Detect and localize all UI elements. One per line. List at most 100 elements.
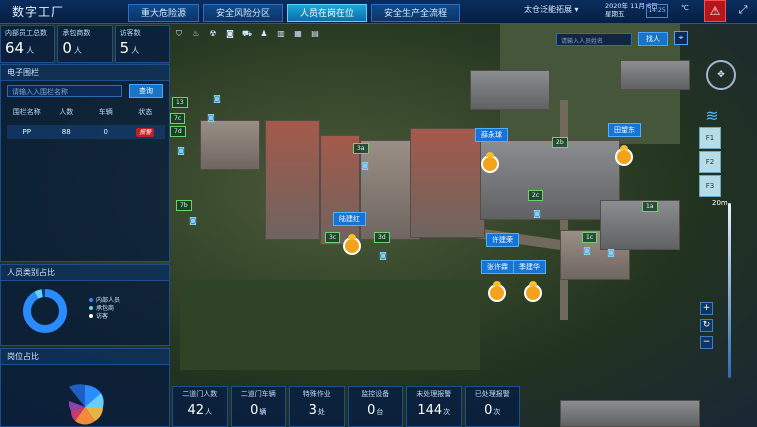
tab-risk-zone[interactable]: 安全风险分区 [203,4,284,22]
stat-employees: 内部员工总数 64 人 [0,25,56,63]
fence-search-input[interactable]: 请输入入围栏名称 [7,85,122,97]
reset-view-button[interactable]: ↻ [700,319,713,332]
person-marker-label[interactable]: 薛永球 [475,128,508,142]
company-name: 太仓泛能拓展 [524,5,572,14]
stat-value: 3 [308,403,317,418]
stat-label: 访客数 [119,29,141,37]
layers-icon[interactable]: ≋ [700,107,724,125]
area-tag[interactable]: 1a [642,201,658,212]
warning-icon: ⚠ [709,4,721,18]
area-tag[interactable]: 7b [176,200,192,211]
legend-label: 内部人员 [96,297,121,304]
person-marker-label[interactable]: 季建华 [513,260,546,274]
tab-major-hazard[interactable]: 重大危险源 [128,4,200,22]
stat-monitoring-devices[interactable]: 监控设备 0台 [347,386,403,427]
person-search-input[interactable]: 请输入人员姓名 [556,33,632,46]
tab-personnel-on-duty[interactable]: 人员在岗在位 [287,4,368,22]
stat-label: 监控设备 [361,390,390,398]
stat-unit: 处 [317,408,325,416]
zoom-out-button[interactable]: − [700,336,713,349]
floor-f1[interactable]: F1 [699,127,721,149]
stat-special-work[interactable]: 特殊作业 3处 [289,386,345,427]
map-tool-strip: ⛉ ♨ ☢ ◙ ⛟ ♟ ▥ ▦ ▤ [172,27,326,41]
electronic-fence-panel: 电子围栏 请输入入围栏名称 查询 围栏名称 人数 车辆 状态 PP 88 0 报… [0,64,170,262]
camera-marker-icon[interactable]: ◙ [206,112,216,124]
find-person-button[interactable]: 找人 [638,32,668,46]
app-title: 数字工厂 [12,5,65,19]
headcount-stats: 内部员工总数 64 人 承包商数 0人 访客数 5人 [0,25,170,63]
stat-label: 未处理报警 [416,390,452,398]
locate-button[interactable]: ⌖ [674,31,688,45]
camera-marker-icon[interactable]: ◙ [188,215,198,227]
stat-second-gate-vehicles[interactable]: 二道门车辆 0辆 [230,386,286,427]
shield-icon[interactable]: ⛉ [172,27,186,41]
person-marker-label[interactable]: 田望东 [608,123,641,137]
floor-f2[interactable]: F2 [699,151,721,173]
fullscreen-button[interactable]: ⤢ [735,2,751,18]
worker-icon[interactable] [524,281,542,302]
worker-icon[interactable] [615,145,633,166]
stat-unit: 次 [493,408,501,416]
company-selector[interactable]: 太仓泛能拓展 ▾ [524,4,579,15]
grid-icon[interactable]: ▦ [291,27,305,41]
legend-label: 访客 [96,313,109,320]
stat-handled-alarms[interactable]: 已处理报警 0次 [464,386,520,427]
main-tabs: 重大危险源 安全风险分区 人员在岗在位 安全生产全流程 [128,4,461,22]
tab-production-process[interactable]: 安全生产全流程 [371,4,461,22]
stat-label: 特殊作业 [302,390,331,398]
worker-icon[interactable] [343,234,361,255]
stat-unhandled-alarms[interactable]: 未处理报警 144次 [406,386,462,427]
area-tag[interactable]: 13 [172,97,188,108]
camera-marker-icon[interactable]: ◙ [532,208,542,220]
column-header: 人数 [59,108,74,116]
hazard-icon[interactable]: ☢ [206,27,220,41]
zoom-scale-slider[interactable] [728,203,731,378]
camera-marker-icon[interactable]: ◙ [582,245,592,257]
stat-value: 64 [5,39,25,57]
area-tag[interactable]: 2c [528,190,544,201]
camera-icon[interactable]: ◙ [223,27,237,41]
fence-icon[interactable]: ▥ [274,27,288,41]
camera-marker-icon[interactable]: ◙ [378,250,388,262]
area-tag[interactable]: 3d [374,232,390,243]
camera-marker-icon[interactable]: ◙ [606,247,616,259]
stat-value: 0 [367,403,376,418]
area-tag[interactable]: 3a [353,143,369,154]
area-tag[interactable]: 7c [170,113,186,124]
worker-icon[interactable] [481,152,499,173]
stat-unit: 次 [443,408,451,416]
stat-unit: 辆 [259,408,267,416]
area-tag[interactable]: 2b [552,137,568,148]
stat-value: 0 [250,403,259,418]
camera-marker-icon[interactable]: ◙ [176,145,186,157]
panel-title: 人员类别占比 [1,265,169,281]
zoom-in-button[interactable]: + [700,302,713,315]
camera-marker-icon[interactable]: ◙ [360,160,370,172]
vehicle-icon[interactable]: ⛟ [240,27,254,41]
table-row[interactable]: PP 88 0 报警 [7,125,165,139]
area-tag[interactable]: 7d [170,126,186,137]
stat-label: 二道门人数 [182,390,218,398]
temperature-unit: ℃ [681,4,689,12]
legend-item: 承包商 [89,305,120,313]
panel-title: 岗位占比 [1,349,169,365]
status-badge: 报警 [136,128,155,137]
stat-value: 0 [484,403,493,418]
area-tag[interactable]: 3c [325,232,341,243]
flame-icon[interactable]: ♨ [189,27,203,41]
worker-icon[interactable] [488,281,506,302]
fence-people: 88 [61,128,71,136]
camera-marker-icon[interactable]: ◙ [212,93,222,105]
stat-second-gate-people[interactable]: 二道门人数 42人 [172,386,228,427]
person-marker-label[interactable]: 许建荣 [486,233,519,247]
compass-control[interactable]: ✥ [706,60,736,90]
column-header: 车辆 [98,108,113,116]
fence-query-button[interactable]: 查询 [129,84,163,98]
person-marker-label[interactable]: 张许霖 [481,260,514,274]
layers-grid-icon[interactable]: ▤ [308,27,322,41]
alarm-button[interactable]: ⚠ [704,0,726,22]
area-tag[interactable]: 1c [582,232,598,243]
floor-f3[interactable]: F3 [699,175,721,197]
person-marker-label[interactable]: 陆建红 [333,212,366,226]
person-icon[interactable]: ♟ [257,27,271,41]
